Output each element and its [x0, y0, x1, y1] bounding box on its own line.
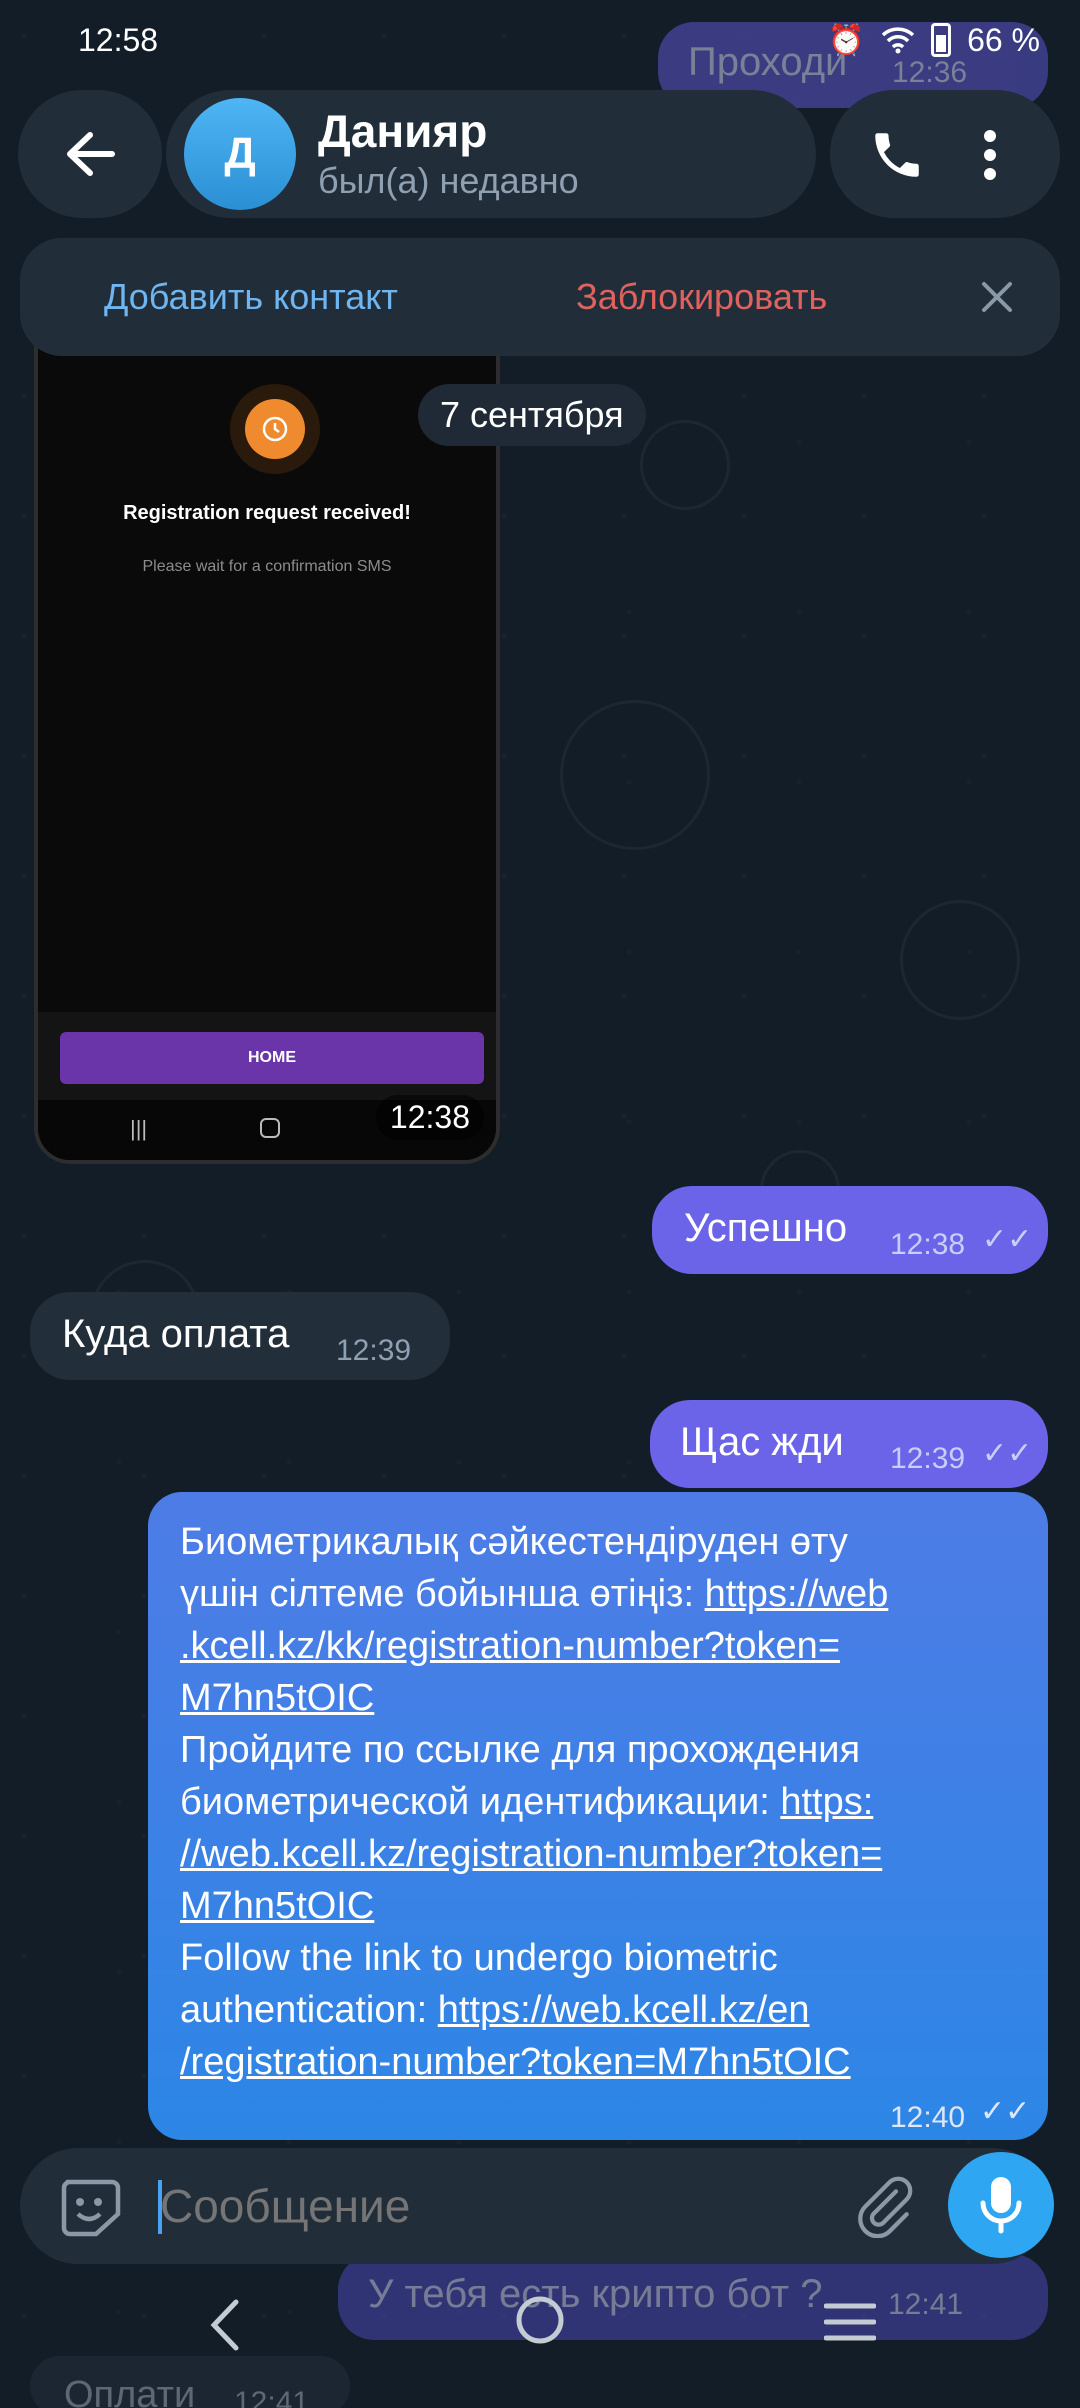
battery-percent: 66 %	[967, 21, 1040, 58]
clock-badge-icon	[230, 384, 320, 474]
message-time: 12:39	[890, 1442, 966, 1475]
message-line: authentication: https://web.kcell.kz/en	[180, 1989, 810, 2031]
chat-header: Д Данияр был(а) недавно	[18, 90, 1060, 218]
attach-icon[interactable]	[852, 2174, 916, 2238]
biometric-link-kk[interactable]: https://web	[705, 1573, 889, 1615]
close-icon[interactable]	[968, 268, 1026, 326]
image-time: 12:38	[375, 1095, 484, 1140]
message-input[interactable]	[160, 2170, 800, 2242]
add-contact-button[interactable]: Добавить контакт	[104, 276, 398, 318]
back-button[interactable]	[18, 90, 162, 218]
message-line: //web.kcell.kz/registration-number?token…	[180, 1828, 1018, 1880]
biometric-link-en[interactable]: /registration-number?token=M7hn5tOIC	[180, 2041, 851, 2083]
message-line: .kcell.kz/kk/registration-number?token=	[180, 1620, 1018, 1672]
message-text: Успешно	[684, 1206, 848, 1250]
message-bubble-incoming[interactable]: Куда оплата 12:39	[30, 1292, 450, 1380]
biometric-link-kk[interactable]: .kcell.kz/kk/registration-number?token=	[180, 1625, 840, 1667]
message-time: 12:40	[890, 2101, 966, 2134]
message-line: /registration-number?token=M7hn5tOIC	[180, 2036, 1018, 2088]
nav-recents-icon[interactable]	[824, 2302, 876, 2342]
message-line: үшін сілтеме бойынша өтіңіз: https://web	[180, 1573, 889, 1615]
biometric-link-en[interactable]: https://web.kcell.kz/en	[438, 1989, 810, 2031]
nav-home-icon[interactable]	[514, 2294, 566, 2346]
contact-action-bar: Добавить контакт Заблокировать	[20, 238, 1060, 356]
system-navigation-bar	[0, 2268, 1080, 2408]
message-line: Пройдите по ссылке для прохождения	[180, 1729, 861, 1771]
back-arrow-icon	[67, 132, 115, 176]
screenshot-title: Registration request received!	[123, 502, 411, 524]
message-line: Биометрикалық сәйкестендіруден өту	[180, 1521, 848, 1563]
wifi-icon	[881, 27, 915, 54]
double-check-icon: ✓✓	[980, 2095, 1031, 2128]
double-check-icon: ✓✓	[982, 1437, 1033, 1470]
biometric-link-ru[interactable]: https:	[780, 1781, 873, 1823]
background-doodle	[900, 900, 1020, 1020]
screenshot-recents-icon: |||	[130, 1116, 148, 1141]
background-doodle	[560, 700, 710, 850]
message-line: M7hn5tOIC	[180, 1880, 1018, 1932]
screenshot-home-button: HOME	[60, 1032, 484, 1084]
message-time: 12:38	[890, 1228, 966, 1261]
screenshot-home-icon	[260, 1118, 280, 1138]
status-time: 12:58	[78, 21, 159, 58]
avatar: Д	[184, 98, 296, 210]
message-line: Follow the link to undergo biometric	[180, 1937, 778, 1979]
sticker-icon[interactable]	[56, 2174, 122, 2240]
message-bubble-outgoing[interactable]: Щас жди 12:39 ✓✓	[650, 1400, 1048, 1488]
header-actions	[830, 90, 1060, 218]
contact-name: Данияр	[318, 105, 488, 157]
battery-icon	[931, 23, 952, 57]
biometric-link-ru[interactable]: //web.kcell.kz/registration-number?token…	[180, 1833, 882, 1875]
message-composer	[20, 2148, 1050, 2264]
alarm-icon: ⏰	[827, 23, 866, 57]
more-vertical-icon[interactable]	[980, 126, 1000, 184]
voice-record-button[interactable]	[948, 2152, 1054, 2258]
biometric-link-ru[interactable]: M7hn5tOIC	[180, 1885, 374, 1927]
screenshot-subtitle: Please wait for a confirmation SMS	[142, 558, 392, 575]
microphone-icon	[980, 2177, 1022, 2234]
block-button[interactable]: Заблокировать	[576, 276, 827, 318]
nav-back-icon[interactable]	[206, 2298, 246, 2352]
message-text: Куда оплата	[62, 1312, 290, 1356]
message-bubble-outgoing[interactable]: Успешно 12:38 ✓✓	[652, 1186, 1048, 1274]
phone-icon[interactable]	[868, 126, 926, 184]
message-time: 12:39	[336, 1334, 412, 1367]
biometric-link-kk[interactable]: M7hn5tOIC	[180, 1677, 374, 1719]
message-text: Щас жди	[680, 1420, 844, 1464]
message-line: M7hn5tOIC	[180, 1672, 1018, 1724]
double-check-icon: ✓✓	[982, 1223, 1033, 1256]
message-line: биометрической идентификации: https:	[180, 1781, 874, 1823]
image-message[interactable]: Registration request received! Please wa…	[34, 342, 500, 1164]
date-separator: 7 сентября	[418, 384, 646, 446]
status-bar: 12:58 ⏰ 66 %	[0, 0, 1080, 80]
last-seen-status: был(а) недавно	[318, 160, 579, 201]
message-bubble-outgoing-long[interactable]: Биометрикалық сәйкестендіруден өту үшін …	[148, 1492, 1048, 2140]
chat-title-area[interactable]: Д Данияр был(а) недавно	[166, 90, 816, 218]
background-doodle	[640, 420, 730, 510]
